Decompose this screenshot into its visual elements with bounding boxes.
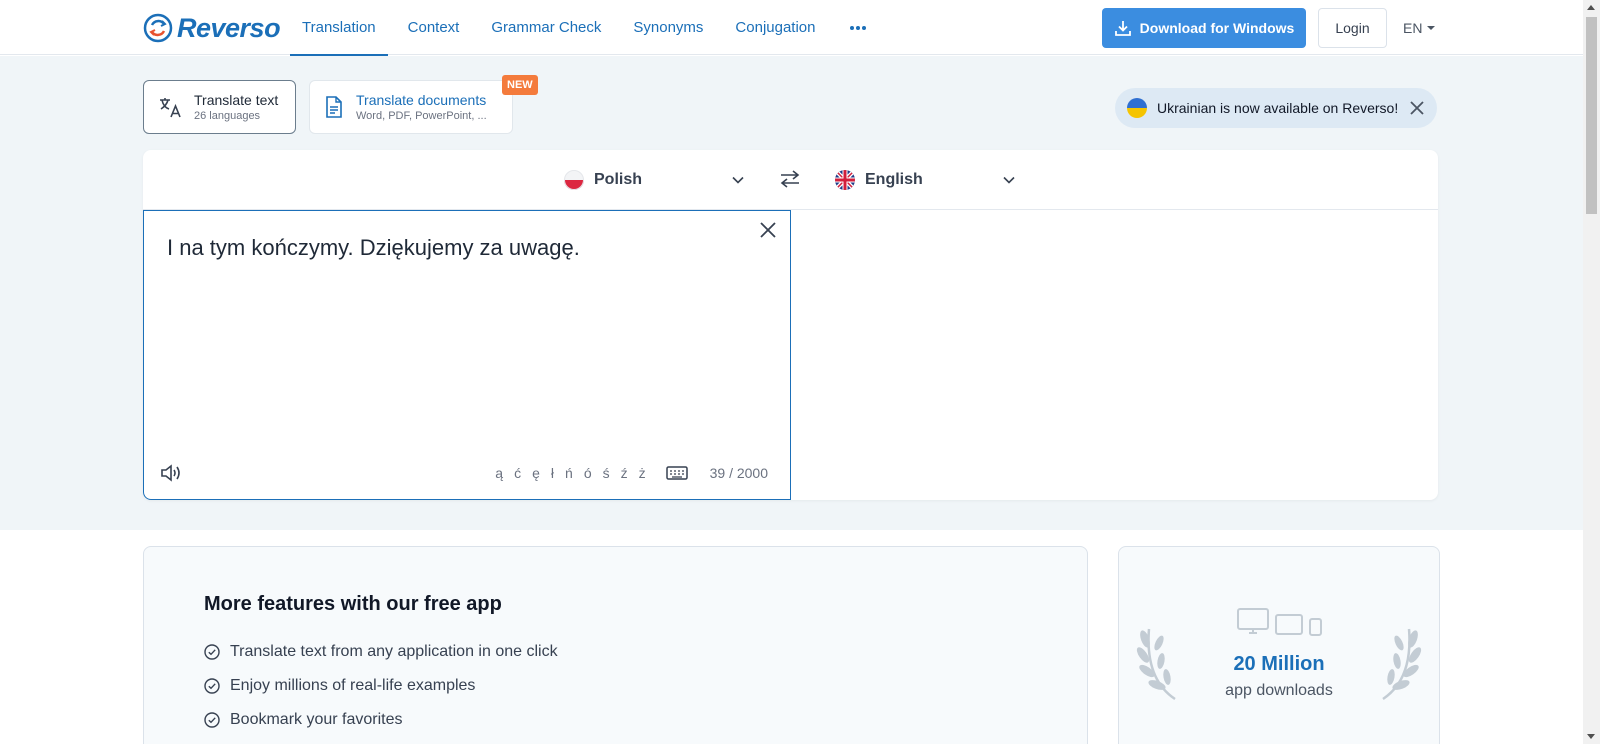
download-button-label: Download for Windows (1139, 20, 1295, 36)
source-language-select[interactable]: Polish (564, 160, 744, 200)
translator-section: Translate text 26 languages Translate do… (0, 56, 1583, 530)
check-circle-icon (204, 644, 220, 660)
nav-context[interactable]: Context (396, 0, 472, 55)
check-circle-icon (204, 712, 220, 728)
nav-translation[interactable]: Translation (290, 0, 388, 56)
special-char-key[interactable]: ć (514, 465, 521, 481)
translate-text-subtitle: 26 languages (194, 109, 261, 122)
notice-text: Ukrainian is now available on Reverso! (1157, 100, 1399, 116)
features-list: Translate text from any application in o… (204, 635, 558, 737)
special-char-key[interactable]: ń (565, 465, 573, 481)
more-menu-button[interactable] (843, 0, 873, 55)
scroll-down-arrow-icon[interactable] (1587, 734, 1595, 739)
translate-documents-tab[interactable]: Translate documents Word, PDF, PowerPoin… (309, 80, 513, 134)
translator-panel: Polish English I na tym kończymy. Dzięku… (143, 150, 1438, 500)
language-bar: Polish English (143, 150, 1438, 210)
app-features-card: More features with our free app Translat… (143, 546, 1088, 744)
reverso-logo[interactable]: Reverso (143, 12, 281, 44)
caret-down-icon (1427, 26, 1436, 30)
poland-flag-icon (564, 170, 584, 190)
check-circle-icon (204, 678, 220, 694)
ukrainian-notice: Ukrainian is now available on Reverso! (1115, 88, 1437, 128)
nav-synonyms[interactable]: Synonyms (621, 0, 715, 55)
devices-icon (1237, 608, 1322, 636)
special-char-key[interactable]: ó (584, 465, 592, 481)
translate-text-tab[interactable]: Translate text 26 languages (143, 80, 296, 134)
ui-language-select[interactable]: EN (1403, 8, 1436, 48)
chevron-down-icon (732, 176, 744, 184)
scroll-thumb[interactable] (1586, 17, 1597, 214)
chevron-down-icon (1003, 176, 1015, 184)
special-char-key[interactable]: ź (621, 465, 628, 481)
feature-item: Translate text from any application in o… (204, 635, 558, 669)
translate-icon (160, 98, 181, 118)
download-icon (1114, 21, 1131, 36)
reverso-logo-icon (143, 13, 173, 43)
target-language-label: English (865, 171, 923, 188)
translate-documents-subtitle: Word, PDF, PowerPoint, ... (356, 109, 487, 122)
document-icon (326, 96, 342, 118)
top-header: Reverso Translation Context Grammar Chec… (0, 0, 1583, 56)
page-scrollbar[interactable] (1583, 0, 1600, 744)
login-button[interactable]: Login (1318, 8, 1387, 48)
special-char-key[interactable]: ą (495, 465, 503, 481)
special-char-key[interactable]: ż (639, 465, 646, 481)
source-language-label: Polish (594, 171, 643, 188)
special-char-key[interactable]: ę (532, 465, 540, 481)
target-language-select[interactable]: English (835, 160, 1015, 200)
special-char-key[interactable]: ł (551, 465, 554, 481)
clear-text-icon[interactable] (759, 221, 777, 239)
swap-languages-icon[interactable] (779, 169, 801, 189)
ui-language-label: EN (1403, 20, 1423, 36)
feature-item: Enjoy millions of real-life examples (204, 669, 558, 703)
new-badge: NEW (502, 75, 538, 95)
more-dots-icon (850, 25, 867, 30)
character-counter: 39 / 2000 (709, 465, 768, 481)
feature-item: Bookmark your favorites (204, 703, 558, 737)
app-downloads-card: 20 Million app downloads (1118, 546, 1440, 744)
nav-grammar-check[interactable]: Grammar Check (479, 0, 613, 55)
download-for-windows-button[interactable]: Download for Windows (1102, 8, 1306, 48)
special-char-key[interactable]: ś (603, 465, 610, 481)
downloads-label: app downloads (1225, 682, 1333, 699)
features-title: More features with our free app (204, 593, 502, 615)
ukraine-flag-icon (1127, 98, 1147, 118)
feature-text: Translate text from any application in o… (230, 643, 558, 660)
close-notice-icon[interactable] (1409, 100, 1425, 116)
downloads-count: 20 Million (1233, 653, 1325, 675)
source-footer: ą ć ę ł ń ó ś ź ż 39 / 2000 (160, 461, 768, 485)
uk-flag-icon (835, 170, 855, 190)
keyboard-icon[interactable] (665, 465, 688, 481)
logo-text: Reverso (177, 12, 281, 43)
source-text[interactable]: I na tym kończymy. Dziękujemy za uwagę. (167, 235, 580, 261)
scroll-up-arrow-icon[interactable] (1587, 5, 1595, 10)
feature-text: Enjoy millions of real-life examples (230, 677, 476, 694)
translate-documents-title: Translate documents (356, 91, 487, 108)
speaker-icon[interactable] (160, 463, 182, 483)
source-text-area[interactable]: I na tym kończymy. Dziękujemy za uwagę. … (143, 210, 791, 500)
translate-text-title: Translate text (194, 91, 279, 108)
feature-text: Bookmark your favorites (230, 711, 403, 728)
special-characters: ą ć ę ł ń ó ś ź ż (495, 465, 645, 481)
nav-conjugation[interactable]: Conjugation (723, 0, 827, 55)
main-nav: Translation Context Grammar Check Synony… (290, 0, 873, 56)
